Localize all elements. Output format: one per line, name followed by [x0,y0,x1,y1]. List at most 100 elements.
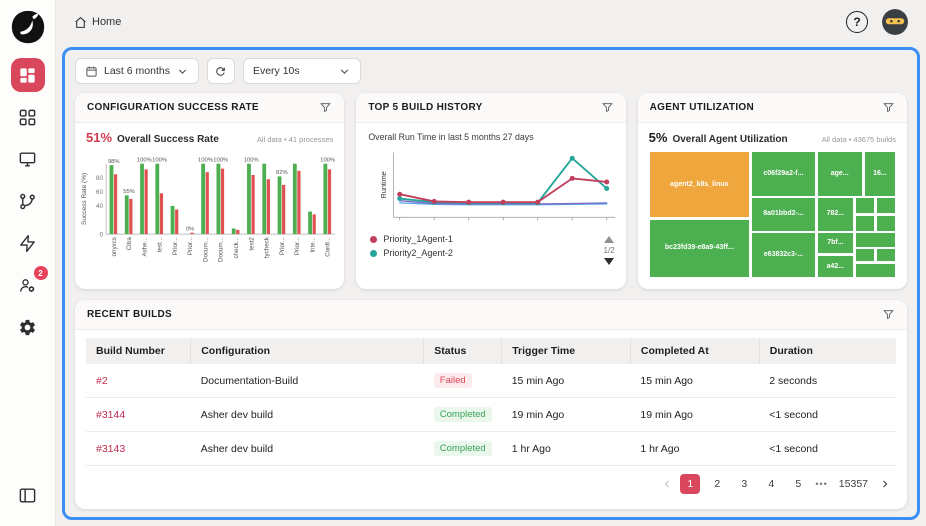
date-range-selector[interactable]: Last 6 months [75,58,199,84]
treemap-tile[interactable]: a42... [817,255,854,278]
app-logo[interactable] [9,8,47,46]
dashboard-content: Last 6 months Every 10s CONFIGURATION SU… [62,47,920,520]
legend-item[interactable]: Priority2_Agent-2 [370,248,611,258]
column-header-completed-at[interactable]: Completed At [630,338,759,364]
svg-text:Confi...: Confi... [325,237,332,257]
sidebar-collapse-button[interactable] [11,478,45,512]
agent-utilization-treemap[interactable]: agent2_k8s_linuxbc23fd39-e8a9-43ff... c06… [649,151,896,278]
treemap-tile[interactable]: 8a01bbd2-... [751,197,815,231]
filter-icon[interactable] [882,101,895,114]
filter-icon[interactable] [882,308,895,321]
sidebar-item-monitor[interactable] [11,142,45,176]
table-row[interactable]: #3143 Asher dev build Completed 1 hr Ago… [86,432,896,466]
card-top5-build-history: TOP 5 BUILD HISTORY Overall Run Time in … [356,93,625,289]
build-number-link[interactable]: #3144 [96,409,125,421]
svg-text:Ashe...: Ashe... [141,237,148,257]
sidebar-item-user-management[interactable]: 2 [11,268,45,302]
pagination-page[interactable]: 4 [761,474,781,494]
card-title: AGENT UTILIZATION [650,102,754,113]
pagination-page[interactable]: 1 [680,474,700,494]
table-row[interactable]: #2 Documentation-Build Failed 15 min Ago… [86,364,896,398]
legend-label: Priority_1Agent-1 [383,234,453,244]
breadcrumb-home[interactable]: Home [74,16,121,29]
svg-text:test...: test... [157,237,164,252]
user-gear-icon [18,276,37,295]
card-agent-utilization: AGENT UTILIZATION 5% Overall Agent Utili… [638,93,907,289]
pagination-next-icon[interactable] [879,478,891,490]
svg-text:0%: 0% [186,226,194,232]
build-history-body: Overall Run Time in last 5 months 27 day… [356,123,625,289]
sidebar-item-dashboard[interactable] [11,58,45,92]
treemap-tile[interactable]: bc23fd39-e8a9-43ff... [649,219,750,278]
treemap-tile[interactable]: 16... [864,151,896,197]
column-header-status[interactable]: Status [424,338,502,364]
help-icon: ? [853,15,860,29]
svg-text:80: 80 [96,175,104,182]
pager-indicator: 1/2 [604,246,615,255]
treemap-tile[interactable]: c06f29a2-f... [751,151,815,197]
trigger-time-cell: 19 min Ago [502,398,631,432]
pager-down-icon[interactable] [604,258,614,265]
pagination-page[interactable]: 2 [707,474,727,494]
pagination: 1 2 3 4 5 ••• 15357 [75,466,907,494]
treemap-tile[interactable] [855,248,875,262]
help-button[interactable]: ? [846,11,868,33]
treemap-tile[interactable]: e63832c3-... [751,232,815,278]
treemap-tile-label: c06f29a2-f... [761,170,805,178]
treemap-tile[interactable]: age... [817,151,863,197]
overall-utilization-value: 5% [649,130,668,145]
build-number-link[interactable]: #3143 [96,443,125,455]
panel-collapse-icon [18,486,37,505]
trigger-time-cell: 1 hr Ago [502,432,631,466]
legend-dot [370,250,377,257]
treemap-tile[interactable] [876,248,896,262]
grid-icon [18,108,37,127]
sidebar-item-settings[interactable] [11,310,45,344]
treemap-tile[interactable] [876,215,896,232]
svg-text:Prior...: Prior... [187,237,194,255]
column-header-build-number[interactable]: Build Number [86,338,191,364]
build-number-link[interactable]: #2 [96,375,108,387]
treemap-tile[interactable] [876,197,896,214]
sidebar-item-pipelines[interactable] [11,184,45,218]
svg-text:100%: 100% [152,158,167,164]
table-row[interactable]: #3144 Asher dev build Completed 19 min A… [86,398,896,432]
treemap-tile[interactable] [855,232,896,247]
pagination-last-page[interactable]: 15357 [835,474,872,494]
pagination-ellipsis[interactable]: ••• [815,479,827,489]
build-history-line-chart[interactable]: Runtime [356,142,625,234]
column-header-configuration[interactable]: Configuration [191,338,424,364]
treemap-tile[interactable] [855,197,875,214]
svg-text:98%: 98% [108,159,120,165]
treemap-tile[interactable]: 782... [817,197,854,231]
pager-up-icon[interactable] [604,236,614,243]
avatar-icon [882,9,908,35]
filter-icon[interactable] [601,101,614,114]
user-avatar[interactable] [882,9,908,35]
refresh-interval-select[interactable]: Every 10s [243,58,361,84]
column-header-trigger-time[interactable]: Trigger Time [502,338,631,364]
treemap-tile-label: a42... [825,263,847,271]
chart-legend: Priority_1Agent-1 Priority2_Agent-2 [356,234,625,268]
chevron-down-icon [176,65,189,78]
filter-icon[interactable] [319,101,332,114]
treemap-tile[interactable]: 7bf... [817,232,854,254]
legend-item[interactable]: Priority_1Agent-1 [370,234,611,244]
column-header-duration[interactable]: Duration [759,338,896,364]
success-rate-bar-chart[interactable]: 0406080Success Rate (%)98%onyxcs55%Citra… [75,145,344,289]
pagination-page[interactable]: 3 [734,474,754,494]
card-meta: All data • 41 processes [257,135,333,144]
svg-text:tycheck: tycheck [264,236,271,258]
treemap-tile[interactable] [855,215,875,232]
refresh-icon [214,65,227,78]
status-badge: Failed [434,373,472,388]
svg-text:Citra: Citra [126,237,133,251]
sidebar: 2 [0,0,56,526]
treemap-tile[interactable] [855,263,896,278]
pagination-page[interactable]: 5 [788,474,808,494]
treemap-tile[interactable]: agent2_k8s_linux [649,151,750,218]
refresh-button[interactable] [207,58,235,84]
sidebar-item-actions[interactable] [11,226,45,260]
sidebar-item-apps[interactable] [11,100,45,134]
pagination-prev-icon[interactable] [661,478,673,490]
